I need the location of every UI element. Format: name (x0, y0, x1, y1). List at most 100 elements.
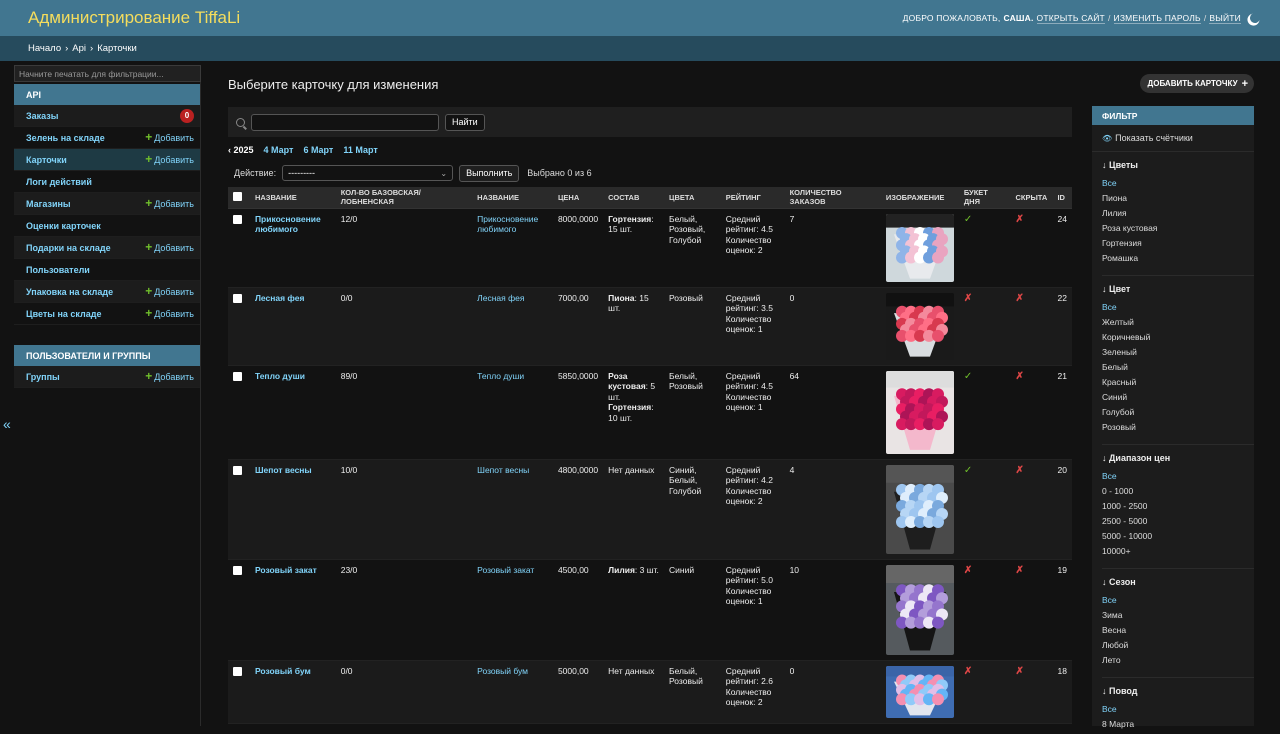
sidebar-add-link[interactable]: + Добавить (145, 307, 194, 319)
filter-option[interactable]: 0 - 1000 (1102, 486, 1254, 501)
search-button[interactable]: Найти (445, 113, 485, 131)
change-password-link[interactable]: ИЗМЕНИТЬ ПАРОЛЬ (1113, 13, 1201, 24)
sidebar-item-label[interactable]: Подарки на складе (26, 243, 111, 253)
breadcrumb-home[interactable]: Начало (28, 43, 61, 54)
filter-option[interactable]: Пиона (1102, 193, 1254, 208)
filter-option[interactable]: Голубой (1102, 407, 1254, 422)
moon-icon[interactable] (1249, 12, 1262, 25)
row-checkbox[interactable] (233, 565, 242, 575)
filter-option[interactable]: 5000 - 10000 (1102, 531, 1254, 546)
card-name-link[interactable]: Лесная фея (255, 293, 305, 303)
column-header[interactable]: Скрыта (1010, 187, 1053, 209)
filter-option[interactable]: Лето (1102, 655, 1254, 670)
bouquet-image[interactable] (885, 370, 954, 454)
bouquet-image[interactable] (885, 665, 954, 718)
filter-option[interactable]: Роза кустовая (1102, 223, 1254, 238)
nav-filter-input[interactable]: Начните печатать для фильтрации... (14, 65, 201, 82)
filter-option[interactable]: Все (1102, 704, 1254, 719)
card-name-link[interactable]: Розовый закат (255, 565, 317, 575)
sidebar-item-label[interactable]: Упаковка на складе (26, 287, 113, 297)
sidebar-item-label[interactable]: Зелень на складе (26, 133, 105, 143)
search-input[interactable] (251, 113, 439, 131)
sidebar-add-link[interactable]: + Добавить (145, 153, 194, 165)
filter-option[interactable]: 1000 - 2500 (1102, 501, 1254, 516)
date-link[interactable]: 6 Март (303, 145, 333, 155)
filter-option[interactable]: 2500 - 5000 (1102, 516, 1254, 531)
show-counts-link[interactable]: 👁 Показать счётчики (1092, 125, 1254, 152)
app-caption[interactable]: ПОЛЬЗОВАТЕЛИ И ГРУППЫ (14, 345, 200, 366)
row-checkbox[interactable] (233, 214, 242, 224)
card-name-link-2[interactable]: Прикосновение любимого (477, 214, 538, 235)
filter-option[interactable]: Белый (1102, 362, 1254, 377)
filter-option[interactable]: Ромашка (1102, 253, 1254, 268)
card-name-link[interactable]: Розовый бум (255, 666, 311, 676)
column-header[interactable]: Количество заказов (784, 187, 881, 209)
filter-option[interactable]: Все (1102, 178, 1254, 193)
sidebar-item-label[interactable]: Группы (26, 372, 60, 382)
sidebar-item-label[interactable]: Пользователи (26, 265, 90, 275)
sidebar-item-label[interactable]: Цветы на складе (26, 309, 101, 319)
filter-option[interactable]: Любой (1102, 640, 1254, 655)
sidebar-add-link[interactable]: + Добавить (145, 241, 194, 253)
filter-option[interactable]: Все (1102, 471, 1254, 486)
breadcrumb-app[interactable]: Api (72, 43, 86, 54)
bouquet-image[interactable] (885, 564, 954, 655)
filter-option[interactable]: Синий (1102, 392, 1254, 407)
row-checkbox[interactable] (233, 371, 242, 381)
column-header[interactable]: Изображение (880, 187, 959, 209)
column-header[interactable]: Кол-во базовская/лобненская (335, 187, 473, 209)
sidebar-add-link[interactable]: + Добавить (145, 285, 194, 297)
bouquet-image[interactable] (885, 292, 954, 360)
card-name-link[interactable]: Шепот весны (255, 465, 312, 475)
row-checkbox[interactable] (233, 293, 242, 303)
sidebar-item-label[interactable]: Заказы (26, 111, 58, 121)
filter-option[interactable]: Гортензия (1102, 238, 1254, 253)
sidebar-item-label[interactable]: Оценки карточек (26, 221, 101, 231)
card-name-link[interactable]: Тепло души (255, 371, 305, 381)
site-title[interactable]: Администрирование TiffaLi (28, 8, 240, 28)
filter-option[interactable]: Желтый (1102, 317, 1254, 332)
filter-option[interactable]: Зима (1102, 610, 1254, 625)
column-header[interactable]: ID (1052, 187, 1072, 209)
app-caption[interactable]: API (14, 84, 200, 105)
filter-option[interactable]: 8 Марта (1102, 719, 1254, 734)
view-site-link[interactable]: ОТКРЫТЬ САЙТ (1036, 13, 1105, 24)
date-back-link[interactable]: ‹ 2025 (228, 145, 254, 155)
card-name-link-2[interactable]: Лесная фея (477, 293, 524, 303)
filter-option[interactable]: Красный (1102, 377, 1254, 392)
logout-link[interactable]: ВЫЙТИ (1209, 13, 1241, 24)
column-header[interactable]: Рейтинг (720, 187, 785, 209)
column-header[interactable]: Букет дня (958, 187, 1011, 209)
column-header[interactable]: Состав (603, 187, 664, 209)
bouquet-image[interactable] (885, 213, 954, 282)
row-checkbox[interactable] (233, 666, 242, 676)
date-link[interactable]: 11 Март (343, 145, 377, 155)
filter-option[interactable]: Коричневый (1102, 332, 1254, 347)
action-select[interactable]: --------- ⌄ (282, 165, 454, 181)
sidebar-item-label[interactable]: Магазины (26, 199, 71, 209)
sidebar-add-link[interactable]: + Добавить (145, 131, 194, 143)
column-header[interactable]: Название (249, 187, 336, 209)
filter-option[interactable]: Зеленый (1102, 347, 1254, 362)
column-header[interactable]: Цвета (664, 187, 721, 209)
filter-option[interactable]: Лилия (1102, 208, 1254, 223)
filter-option[interactable]: Розовый (1102, 422, 1254, 437)
sidebar-item-label[interactable]: Логи действий (26, 177, 92, 187)
sidebar-item-label[interactable]: Карточки (26, 155, 67, 165)
add-card-button[interactable]: ДОБАВИТЬ КАРТОЧКУ + (1139, 74, 1254, 93)
filter-option[interactable]: 10000+ (1102, 546, 1254, 561)
column-header[interactable]: Цена (552, 187, 604, 209)
card-name-link-2[interactable]: Шепот весны (477, 465, 529, 475)
sidebar-toggle-button[interactable]: « (3, 416, 11, 432)
card-name-link-2[interactable]: Розовый бум (477, 666, 528, 676)
card-name-link-2[interactable]: Розовый закат (477, 565, 534, 575)
sidebar-add-link[interactable]: + Добавить (145, 370, 194, 382)
sidebar-add-link[interactable]: + Добавить (145, 197, 194, 209)
run-action-button[interactable]: Выполнить (459, 164, 520, 182)
bouquet-image[interactable] (885, 464, 954, 554)
row-checkbox[interactable] (233, 465, 242, 475)
column-header[interactable]: Название (472, 187, 553, 209)
date-link[interactable]: 4 Март (264, 145, 294, 155)
filter-option[interactable]: Все (1102, 302, 1254, 317)
select-all-checkbox[interactable] (233, 192, 242, 202)
